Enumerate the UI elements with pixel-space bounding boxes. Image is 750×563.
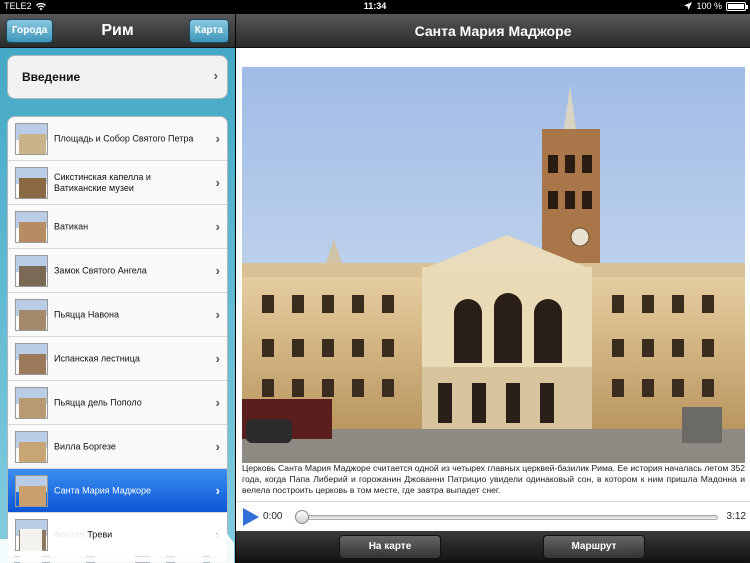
route-button[interactable]: Маршрут	[543, 535, 645, 559]
chevron-right-icon: ›	[215, 263, 220, 278]
sight-thumbnail	[15, 255, 48, 287]
status-time: 11:34	[363, 1, 387, 11]
battery-label: 100 %	[696, 1, 722, 11]
map-button[interactable]: Карта	[188, 19, 229, 43]
list-item-label: Сикстинская капелла и Ватиканские музеи	[54, 171, 151, 193]
chevron-right-icon: ›	[215, 439, 220, 454]
chevron-right-icon: ›	[213, 68, 218, 83]
play-icon[interactable]	[240, 507, 260, 527]
chevron-right-icon: ›	[215, 307, 220, 322]
list-item[interactable]: Ватикан ›	[8, 205, 227, 249]
audio-player: 0:00 3:12	[236, 501, 750, 531]
sight-thumbnail	[15, 475, 48, 507]
bottom-toolbar: На карте Маршрут	[236, 531, 750, 563]
list-item-label: Санта Мария Маджоре	[54, 485, 152, 495]
list-item[interactable]: Пьяцца Навона ›	[8, 293, 227, 337]
main-panel: Санта Мария Маджоре Церковь Санта Мария …	[236, 14, 750, 563]
sidebar: Города Рим Карта Введение › Площадь и Со…	[0, 14, 235, 563]
sight-thumbnail	[15, 299, 48, 331]
sight-thumbnail	[15, 167, 48, 199]
on-map-button[interactable]: На карте	[339, 535, 441, 559]
progress-slider[interactable]	[295, 510, 718, 524]
list-item[interactable]: Сикстинская капелла и Ватиканские музеи ›	[8, 161, 227, 205]
sight-thumbnail	[15, 387, 48, 419]
page-title: Санта Мария Маджоре	[414, 23, 572, 39]
list-item[interactable]: Пьяцца дель Пополо ›	[8, 381, 227, 425]
duration: 3:12	[726, 511, 746, 522]
list-item-label: Испанская лестница	[54, 353, 140, 363]
intro-item[interactable]: Введение ›	[7, 55, 228, 99]
sight-thumbnail	[15, 343, 48, 375]
list-item-label: Вилла Боргезе	[54, 441, 116, 451]
list-item[interactable]: Испанская лестница ›	[8, 337, 227, 381]
current-time: 0:00	[263, 511, 283, 522]
chevron-right-icon: ›	[215, 175, 220, 190]
basilica-photo	[242, 67, 745, 463]
status-bar: TELE2 11:34 100 %	[0, 0, 750, 14]
chevron-right-icon: ›	[215, 483, 220, 498]
battery-icon	[726, 1, 748, 11]
sight-description: Церковь Санта Мария Маджоре считается од…	[242, 463, 745, 495]
list-item-label: Замок Святого Ангела	[54, 265, 147, 275]
slider-knob[interactable]	[295, 510, 309, 524]
list-item-label: Пьяцца Навона	[54, 309, 120, 319]
list-item[interactable]: Санта Мария Маджоре ›	[8, 469, 227, 513]
list-item-label: Ватикан	[54, 221, 89, 231]
sidebar-nav-bar: Города Рим Карта	[0, 14, 235, 48]
location-arrow-icon	[684, 2, 693, 10]
chevron-right-icon: ›	[215, 131, 220, 146]
sight-thumbnail	[15, 211, 48, 243]
list-item[interactable]: Замок Святого Ангела ›	[8, 249, 227, 293]
chevron-right-icon: ›	[215, 395, 220, 410]
intro-label: Введение	[22, 70, 81, 84]
list-item-label: Пьяцца дель Пополо	[54, 397, 142, 407]
sight-thumbnail	[15, 431, 48, 463]
sight-thumbnail	[15, 123, 48, 155]
chevron-right-icon: ›	[215, 219, 220, 234]
chevron-right-icon: ›	[215, 351, 220, 366]
list-item[interactable]: Вилла Боргезе ›	[8, 425, 227, 469]
battery-level	[728, 3, 744, 9]
sights-list[interactable]: Площадь и Собор Святого Петра › Сикстинска…	[7, 116, 228, 563]
main-nav-bar: Санта Мария Маджоре	[236, 14, 750, 48]
list-item-label: Площадь и Собор Святого Петра	[54, 133, 194, 143]
rome-skyline-illustration	[0, 517, 234, 563]
list-item[interactable]: Площадь и Собор Святого Петра ›	[8, 117, 227, 161]
